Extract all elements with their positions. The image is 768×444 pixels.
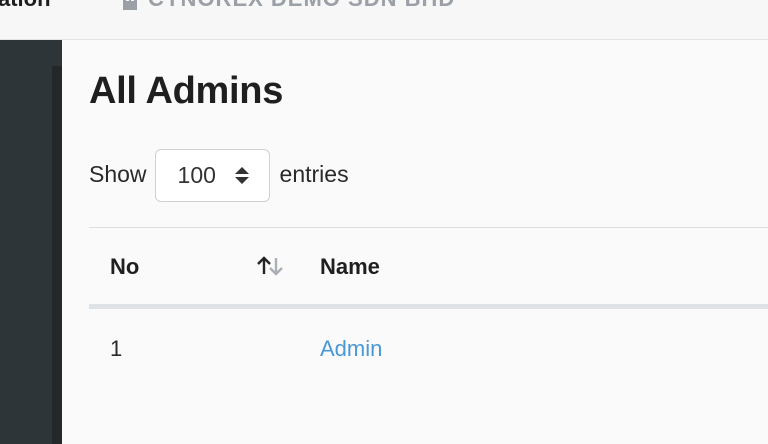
app-name: ation <box>0 0 51 12</box>
show-label: Show <box>89 161 147 187</box>
page-title: All Admins <box>89 70 284 112</box>
table-row: 1 Admin <box>89 309 768 389</box>
table-header: No Name <box>89 227 768 309</box>
entries-length-control: Show 100 entries <box>89 147 349 202</box>
top-navbar: ation CYNOREX DEMO SDN BHD <box>0 0 768 40</box>
row-number: 1 <box>110 336 123 361</box>
entries-per-page-select[interactable]: 100 <box>154 149 270 202</box>
building-icon <box>123 0 137 10</box>
entries-label: entries <box>279 161 349 187</box>
company-switcher[interactable]: CYNOREX DEMO SDN BHD <box>120 0 455 12</box>
sidebar <box>0 40 62 444</box>
select-arrows-icon <box>234 167 249 184</box>
company-name: CYNOREX DEMO SDN BHD <box>148 0 455 12</box>
sidebar-scrollbar[interactable] <box>52 66 62 444</box>
column-header-no[interactable]: No <box>110 228 139 305</box>
main-content: All Admins Show 100 entries No Name 1 Ad… <box>62 40 768 444</box>
admin-name-link[interactable]: Admin <box>320 309 382 389</box>
table-body: 1 Admin <box>89 309 768 389</box>
column-header-name[interactable]: Name <box>320 228 380 305</box>
entries-per-page-value: 100 <box>177 162 216 188</box>
sort-icon[interactable] <box>255 254 285 278</box>
admins-table: No Name 1 Admin <box>89 227 768 389</box>
